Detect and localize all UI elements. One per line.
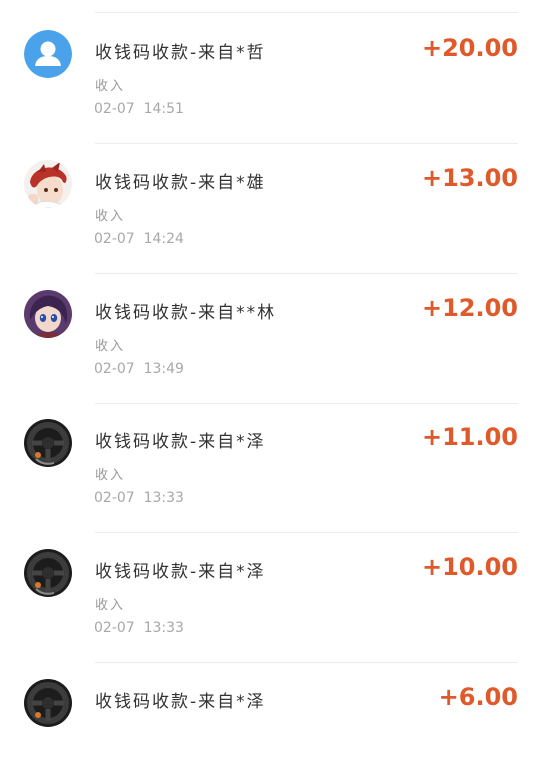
steering-wheel-avatar (24, 419, 72, 467)
transaction-time: 02-07 14:51 (94, 101, 184, 117)
transaction-type: 收入 (95, 339, 126, 354)
transaction-time: 02-07 13:33 (94, 490, 184, 506)
transaction-amount: +6.00 (438, 683, 518, 711)
transaction-amount: +10.00 (421, 553, 518, 581)
default-user-icon (24, 30, 72, 78)
transaction-title: 收钱码收款-来自*雄 (95, 173, 266, 193)
transaction-amount: +11.00 (421, 423, 518, 451)
transaction-title: 收钱码收款-来自*泽 (95, 692, 266, 712)
transaction-list: 收钱码收款-来自*哲 收入 02-07 14:51 +20.00 收钱码收款-来… (0, 0, 540, 727)
transaction-time: 02-07 13:33 (94, 620, 184, 636)
anime-redhair-avatar (24, 160, 72, 208)
transaction-amount: +12.00 (421, 294, 518, 322)
transaction-time: 02-07 14:24 (94, 231, 184, 247)
transaction-amount: +13.00 (421, 164, 518, 192)
transaction-title: 收钱码收款-来自*哲 (95, 43, 266, 63)
anime-purplehair-avatar (24, 290, 72, 338)
transaction-type: 收入 (95, 79, 126, 94)
transaction-type: 收入 (95, 209, 126, 224)
transaction-row[interactable]: 收钱码收款-来自*泽 收入 02-07 13:33 +10.00 (0, 519, 540, 649)
transaction-time: 02-07 13:49 (94, 361, 184, 377)
transaction-title: 收钱码收款-来自**林 (95, 303, 277, 323)
transaction-amount: +20.00 (421, 34, 518, 62)
transaction-row[interactable]: 收钱码收款-来自*泽 收入 02-07 13:33 +11.00 (0, 389, 540, 519)
transaction-type: 收入 (95, 598, 126, 613)
transaction-row[interactable]: 收钱码收款-来自**林 收入 02-07 13:49 +12.00 (0, 260, 540, 390)
transaction-title: 收钱码收款-来自*泽 (95, 562, 266, 582)
transaction-row[interactable]: 收钱码收款-来自*雄 收入 02-07 14:24 +13.00 (0, 130, 540, 260)
transaction-row[interactable]: 收钱码收款-来自*哲 收入 02-07 14:51 +20.00 (0, 0, 540, 130)
transaction-title: 收钱码收款-来自*泽 (95, 432, 266, 452)
steering-wheel-avatar (24, 679, 72, 727)
steering-wheel-avatar (24, 549, 72, 597)
transaction-row[interactable]: 收钱码收款-来自*泽 +6.00 (0, 649, 540, 779)
transaction-type: 收入 (95, 468, 126, 483)
